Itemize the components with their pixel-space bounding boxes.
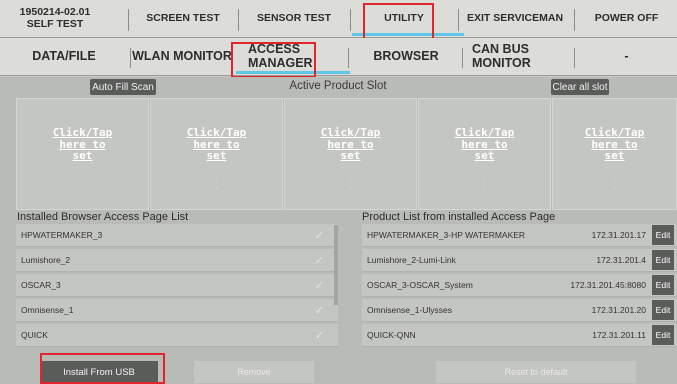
table-row[interactable]: OSCAR_3-OSCAR_System 172.31.201.45:8080 … (362, 274, 677, 297)
slot-placeholder: · · (215, 173, 218, 192)
tab-divider (574, 9, 575, 31)
tab-blank[interactable]: - (576, 38, 677, 75)
auto-fill-scan-button[interactable]: Auto Fill Scan (90, 79, 156, 95)
tab-power-off[interactable]: POWER OFF (576, 0, 677, 37)
clear-all-slot-button[interactable]: Clear all slot (551, 79, 609, 95)
tab-wlan-monitor[interactable]: WLAN MONITOR (132, 38, 232, 75)
reset-to-default-button[interactable]: Reset to default (436, 361, 636, 383)
tab-browser[interactable]: BROWSER (350, 38, 462, 75)
tab-sensor-test[interactable]: SENSOR TEST (240, 0, 348, 37)
product-ip: 172.31.201.20 (591, 305, 646, 315)
table-row[interactable]: HPWATERMAKER_3-HP WATERMAKER 172.31.201.… (362, 224, 677, 247)
tab-divider (128, 9, 129, 31)
product-slot[interactable]: Click/Tap here to set · · (284, 98, 417, 210)
tab-divider (574, 48, 575, 68)
check-icon: ✓ (314, 304, 324, 317)
slot-placeholder: · · (613, 173, 616, 192)
list-item[interactable]: QUICK ✓ (16, 324, 338, 347)
slot-placeholder: · · (483, 173, 486, 192)
product-name: Omnisense_1-Ulysses (367, 305, 453, 315)
edit-button[interactable]: Edit (652, 275, 674, 295)
installed-list-title: Installed Browser Access Page List (17, 211, 189, 223)
check-icon: ✓ (314, 329, 324, 342)
list-item-label: HPWATERMAKER_3 (21, 230, 103, 240)
tab-divider (458, 9, 459, 31)
top-tab-bar: 1950214-02.01 SELF TEST SCREEN TEST SENS… (0, 0, 677, 43)
tab-exit-serviceman[interactable]: EXIT SERVICEMAN (460, 0, 570, 37)
tab-divider (350, 9, 351, 31)
slot-set-link[interactable]: Click/Tap here to set (455, 127, 515, 162)
tab-divider (462, 48, 463, 68)
product-list: HPWATERMAKER_3-HP WATERMAKER 172.31.201.… (362, 224, 677, 352)
product-ip: 172.31.201.45:8080 (570, 280, 646, 290)
sub-tab-bar: DATA/FILE WLAN MONITOR ACCESS MANAGER BR… (0, 38, 677, 78)
scrollbar[interactable] (334, 225, 338, 305)
list-item[interactable]: Omnisense_1 ✓ (16, 299, 338, 322)
slot-set-link[interactable]: Click/Tap here to set (187, 127, 247, 162)
slot-placeholder: · · (349, 173, 352, 192)
edit-button[interactable]: Edit (652, 225, 674, 245)
tab-screen-test[interactable]: SCREEN TEST (130, 0, 236, 37)
edit-button[interactable]: Edit (652, 300, 674, 320)
product-name: OSCAR_3-OSCAR_System (367, 280, 473, 290)
list-item-label: Omnisense_1 (21, 305, 74, 315)
slot-set-link[interactable]: Click/Tap here to set (585, 127, 645, 162)
highlight-box (363, 3, 434, 43)
tab-divider (348, 48, 349, 68)
table-row[interactable]: QUICK-QNN 172.31.201.11 Edit (362, 324, 677, 347)
product-slot[interactable]: Click/Tap here to set · · (418, 98, 551, 210)
table-row[interactable]: Lumishore_2-Lumi-Link 172.31.201.4 Edit (362, 249, 677, 272)
access-manager-panel: Auto Fill Scan Active Product Slot Clear… (0, 77, 677, 384)
table-row[interactable]: Omnisense_1-Ulysses 172.31.201.20 Edit (362, 299, 677, 322)
product-name: HPWATERMAKER_3-HP WATERMAKER (367, 230, 526, 240)
remove-button[interactable]: Remove (194, 361, 314, 383)
product-name: QUICK-QNN (367, 330, 416, 340)
product-slot[interactable]: Click/Tap here to set · · (552, 98, 677, 210)
product-slot[interactable]: Click/Tap here to set · · (150, 98, 283, 210)
list-item[interactable]: Lumishore_2 ✓ (16, 249, 338, 272)
edit-button[interactable]: Edit (652, 250, 674, 270)
highlight-box (40, 353, 165, 384)
slot-set-link[interactable]: Click/Tap here to set (53, 127, 113, 162)
slot-set-link[interactable]: Click/Tap here to set (321, 127, 381, 162)
slot-placeholder: · · (81, 173, 84, 192)
list-item-label: OSCAR_3 (21, 280, 61, 290)
product-ip: 172.31.201.17 (591, 230, 646, 240)
tab-divider (238, 9, 239, 31)
tab-divider (130, 48, 131, 68)
list-item-label: QUICK (21, 330, 48, 340)
edit-button[interactable]: Edit (652, 325, 674, 345)
installed-list: HPWATERMAKER_3 ✓ Lumishore_2 ✓ OSCAR_3 ✓… (16, 224, 338, 352)
tab-self-test[interactable]: 1950214-02.01 SELF TEST (0, 0, 110, 37)
list-item[interactable]: HPWATERMAKER_3 ✓ (16, 224, 338, 247)
product-ip: 172.31.201.11 (592, 330, 646, 340)
product-ip: 172.31.201.4 (596, 255, 646, 265)
product-slot[interactable]: Click/Tap here to set · · (16, 98, 149, 210)
product-list-title: Product List from installed Access Page (362, 211, 556, 223)
list-item-label: Lumishore_2 (21, 255, 71, 265)
product-name: Lumishore_2-Lumi-Link (367, 255, 456, 265)
active-product-slot-title: Active Product Slot (289, 80, 387, 92)
tab-data-file[interactable]: DATA/FILE (0, 38, 128, 75)
list-item[interactable]: OSCAR_3 ✓ (16, 274, 338, 297)
tab-can-bus-monitor[interactable]: CAN BUS MONITOR (464, 38, 564, 75)
highlight-box (231, 42, 316, 78)
